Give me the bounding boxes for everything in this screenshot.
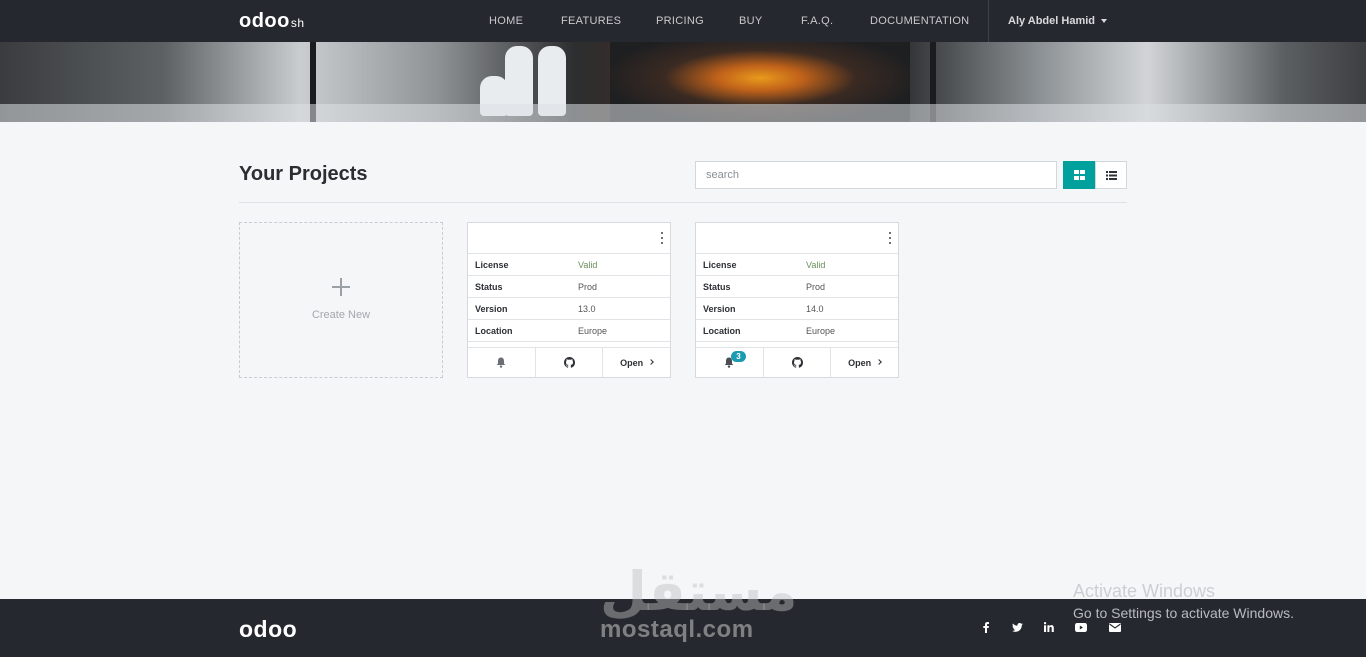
notifications-button[interactable]: 3 (696, 348, 764, 377)
caret-down-icon (1101, 19, 1107, 24)
project-card-header (468, 223, 670, 254)
project-card-actions: 3 Open (696, 347, 898, 377)
create-new-project-card[interactable]: Create New (239, 222, 443, 378)
github-icon (791, 357, 803, 368)
row-key: Location (475, 325, 513, 336)
nav-features[interactable]: FEATURES (561, 15, 621, 27)
linkedin-icon[interactable] (1042, 620, 1056, 634)
notifications-button[interactable] (468, 348, 536, 377)
nav-faq[interactable]: F.A.Q. (801, 15, 833, 27)
grid-icon (1073, 170, 1085, 180)
plus-icon (332, 278, 350, 296)
email-icon[interactable] (1108, 620, 1122, 634)
project-row-license: License Valid (468, 254, 670, 276)
nav-divider (988, 0, 989, 42)
project-row-location: Location Europe (468, 320, 670, 342)
project-row-version: Version 13.0 (468, 298, 670, 320)
github-button[interactable] (764, 348, 832, 377)
open-label: Open (620, 357, 644, 368)
search-input[interactable] (695, 161, 1057, 189)
user-name: Aly Abdel Hamid (1008, 15, 1095, 27)
open-label: Open (848, 357, 872, 368)
notification-count-badge: 3 (731, 351, 746, 362)
youtube-icon[interactable] (1074, 620, 1088, 634)
watermark-latin: mostaql.com (600, 616, 754, 643)
row-value: Valid (578, 259, 598, 270)
nav-documentation[interactable]: DOCUMENTATION (870, 15, 969, 27)
project-card: License Valid Status Prod Version 13.0 Loca… (467, 222, 671, 378)
project-row-license: License Valid (696, 254, 898, 276)
project-row-location: Location Europe (696, 320, 898, 342)
list-icon (1105, 170, 1117, 180)
nav-pricing[interactable]: PRICING (656, 15, 704, 27)
hero-banner-image (0, 42, 1366, 122)
top-navbar: odoosh HOME FEATURES PRICING BUY F.A.Q. … (0, 0, 1366, 42)
more-options-icon[interactable] (660, 232, 664, 244)
project-card-actions: Open (468, 347, 670, 377)
open-project-button[interactable]: Open (603, 348, 670, 377)
row-key: Location (703, 325, 741, 336)
grid-view-button[interactable] (1063, 161, 1095, 189)
row-key: Status (475, 281, 503, 292)
row-value: Prod (578, 281, 598, 292)
github-icon (563, 357, 575, 368)
logo-suffix: sh (290, 16, 305, 30)
open-project-button[interactable]: Open (831, 348, 898, 377)
project-card: License Valid Status Prod Version 14.0 Loca… (695, 222, 899, 378)
project-row-status: Status Prod (468, 276, 670, 298)
watermark-arabic: مستقل (600, 560, 798, 623)
activate-windows-title: Activate Windows (1073, 581, 1216, 601)
nav-buy[interactable]: BUY (739, 15, 763, 27)
bell-icon (497, 357, 506, 368)
row-value: Europe (578, 325, 608, 336)
github-button[interactable] (536, 348, 604, 377)
create-new-label: Create New (311, 309, 371, 321)
row-value: Valid (806, 259, 826, 270)
list-view-button[interactable] (1095, 161, 1127, 189)
row-value: 14.0 (806, 303, 824, 314)
facebook-icon[interactable] (979, 620, 993, 634)
page-title: Your Projects (239, 163, 368, 185)
row-key: Version (703, 303, 736, 314)
chevron-right-icon (648, 359, 655, 365)
banner-floor (0, 104, 1366, 122)
row-key: License (475, 259, 509, 270)
project-card-header (696, 223, 898, 254)
header-divider (239, 202, 1127, 203)
row-value: 13.0 (578, 303, 596, 314)
user-menu-dropdown[interactable]: Aly Abdel Hamid (1008, 15, 1107, 27)
row-key: License (703, 259, 737, 270)
chevron-right-icon (876, 359, 883, 365)
logo-text: odoo (239, 10, 290, 32)
twitter-icon[interactable] (1010, 620, 1024, 634)
row-value: Prod (806, 281, 826, 292)
activate-windows-subtitle: Go to Settings to activate Windows. (1073, 605, 1294, 621)
nav-home[interactable]: HOME (489, 15, 523, 27)
row-key: Version (475, 303, 508, 314)
odoo-sh-logo[interactable]: odoosh (239, 10, 305, 33)
row-key: Status (703, 281, 731, 292)
project-row-status: Status Prod (696, 276, 898, 298)
odoo-footer-logo[interactable]: odoo (239, 616, 297, 643)
more-options-icon[interactable] (888, 232, 892, 244)
row-value: Europe (806, 325, 836, 336)
project-row-version: Version 14.0 (696, 298, 898, 320)
